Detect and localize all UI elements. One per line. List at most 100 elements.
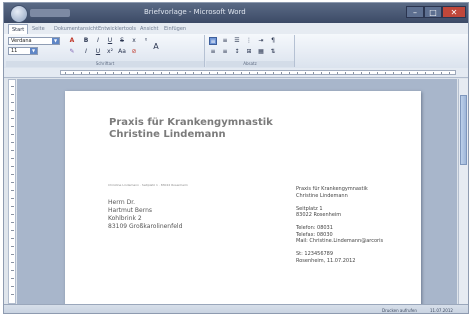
tab-entwicklertools[interactable]: Entwicklertools — [98, 24, 136, 34]
tab-einfuegen[interactable]: Einfügen — [164, 24, 186, 34]
ruler-tick — [73, 72, 74, 74]
change-case-icon[interactable]: Aa — [118, 48, 126, 56]
horizontal-ruler[interactable] — [4, 68, 468, 78]
ruler-tick — [11, 142, 14, 143]
letterhead-title: Praxis für Krankengymnastik Christine Li… — [109, 117, 273, 141]
ruler-tick — [11, 294, 14, 295]
sort-icon[interactable]: ⇅ — [269, 48, 277, 56]
ruler-tick — [409, 72, 410, 74]
ruler-tick — [11, 110, 14, 111]
ruler-tick — [233, 72, 234, 74]
align-center-icon[interactable]: ≡ — [221, 37, 229, 45]
ruler-tick — [11, 134, 14, 135]
borders-icon[interactable]: ⊞ — [245, 48, 253, 56]
recipient-line: Kohlbrink 2 — [108, 215, 142, 222]
font-name-value: Verdana — [11, 38, 32, 44]
letterhead-line-1: Praxis für Krankengymnastik — [109, 117, 273, 128]
ruler-tick — [353, 72, 354, 74]
ribbon: Verdana ▼ 11 ▼ A B I U S x ᵡ ✎ I U x² Aa… — [4, 34, 468, 69]
font-name-combo[interactable]: Verdana ▼ — [8, 37, 60, 45]
status-layout[interactable]: Drucken aufrufen — [382, 307, 417, 313]
ruler-tick — [11, 102, 14, 103]
ruler-tick — [11, 190, 14, 191]
ruler-tick — [393, 72, 394, 74]
numbering-icon[interactable]: ⋮ — [245, 37, 253, 45]
align-right-icon[interactable]: ≡ — [209, 48, 217, 56]
italic-icon[interactable]: I — [94, 37, 102, 45]
ruler-tick — [201, 72, 202, 74]
ruler-tick — [11, 214, 14, 215]
app-window: Briefvorlage - Microsoft Word – □ ✕ Star… — [3, 2, 469, 314]
underline-icon[interactable]: U — [106, 37, 114, 45]
line-spacing-icon[interactable]: ↕ — [233, 48, 241, 56]
ruler-tick — [97, 72, 98, 74]
ruler-tick — [441, 72, 442, 74]
status-bar: Drucken aufrufen 11.07.2012 — [4, 304, 468, 313]
ruler-tick — [345, 72, 346, 74]
underline-alt-icon[interactable]: U — [94, 48, 102, 56]
ruler-tick — [225, 72, 226, 74]
ruler-tick — [369, 72, 370, 74]
office-button[interactable] — [10, 5, 28, 23]
vertical-ruler[interactable] — [8, 79, 16, 304]
minimize-button[interactable]: – — [406, 6, 424, 18]
shading-icon[interactable]: ▦ — [257, 48, 265, 56]
bullets-icon[interactable]: ☰ — [233, 37, 241, 45]
italic-alt-icon[interactable]: I — [82, 48, 90, 56]
vertical-scrollbar[interactable] — [458, 79, 468, 304]
tab-seite[interactable]: Seite — [32, 24, 45, 34]
document-page[interactable]: Praxis für Krankengymnastik Christine Li… — [65, 91, 421, 304]
status-date: 11.07.2012 — [430, 308, 453, 313]
maximize-button[interactable]: □ — [424, 6, 442, 18]
superscript-icon[interactable]: ᵡ — [142, 37, 150, 45]
ruler-tick — [297, 72, 298, 74]
text-color-icon[interactable]: A — [68, 37, 76, 45]
justify-icon[interactable]: ≡ — [221, 48, 229, 56]
ruler-tick — [329, 72, 330, 74]
paragraph-group: ≡ ≡ ☰ ⋮ ⇥ ¶ ≡ ≡ ↕ ⊞ ▦ ⇅ Absatz — [206, 35, 295, 67]
chevron-down-icon[interactable]: ▼ — [30, 48, 37, 54]
tab-dokumentansicht[interactable]: Dokumentansicht — [54, 24, 98, 34]
align-left-icon[interactable]: ≡ — [209, 37, 217, 45]
ruler-tick — [11, 270, 14, 271]
strikethrough-icon[interactable]: S — [118, 37, 126, 45]
clear-format-icon[interactable]: ⊘ — [130, 48, 138, 56]
ruler-tick — [185, 72, 186, 74]
ruler-tick — [129, 72, 130, 74]
tab-ansicht[interactable]: Ansicht — [140, 24, 158, 34]
indent-icon[interactable]: ⇥ — [257, 37, 265, 45]
ruler-tick — [11, 118, 14, 119]
scrollbar-thumb[interactable] — [460, 95, 467, 165]
ruler-tick — [11, 126, 14, 127]
ruler-tick — [321, 72, 322, 74]
ruler-tick — [11, 182, 14, 183]
ruler-tick — [89, 72, 90, 74]
ruler-tick — [11, 158, 14, 159]
font-size-combo[interactable]: 11 ▼ — [8, 47, 38, 55]
info-line: Rosenheim, 11.07.2012 — [296, 257, 356, 264]
ruler-tick — [161, 72, 162, 74]
paragraph-icon[interactable]: ¶ — [269, 37, 277, 45]
ruler-tick — [401, 72, 402, 74]
close-button[interactable]: ✕ — [442, 6, 466, 18]
highlight-icon[interactable]: ✎ — [68, 48, 76, 56]
ruler-tick — [193, 72, 194, 74]
bold-icon[interactable]: B — [82, 37, 90, 45]
tab-start[interactable]: Start — [8, 24, 29, 34]
font-size-grow-icon[interactable]: A — [152, 43, 160, 51]
window-title: Briefvorlage - Microsoft Word — [144, 8, 246, 16]
quick-access-toolbar[interactable] — [30, 9, 70, 17]
ribbon-tabs: Start Seite Dokumentansicht Entwicklerto… — [4, 23, 468, 34]
ruler-track[interactable] — [60, 70, 456, 75]
recipient-line: 83109 Großkarolinenfeld — [108, 223, 183, 230]
ruler-tick — [313, 72, 314, 74]
ruler-tick — [385, 72, 386, 74]
chevron-down-icon[interactable]: ▼ — [52, 38, 59, 44]
recipient-line: Hartmut Berns — [108, 207, 153, 214]
ruler-tick — [11, 238, 14, 239]
ruler-tick — [11, 206, 14, 207]
ruler-tick — [433, 72, 434, 74]
ruler-tick — [121, 72, 122, 74]
superscript-alt-icon[interactable]: x² — [106, 48, 114, 56]
subscript-icon[interactable]: x — [130, 37, 138, 45]
